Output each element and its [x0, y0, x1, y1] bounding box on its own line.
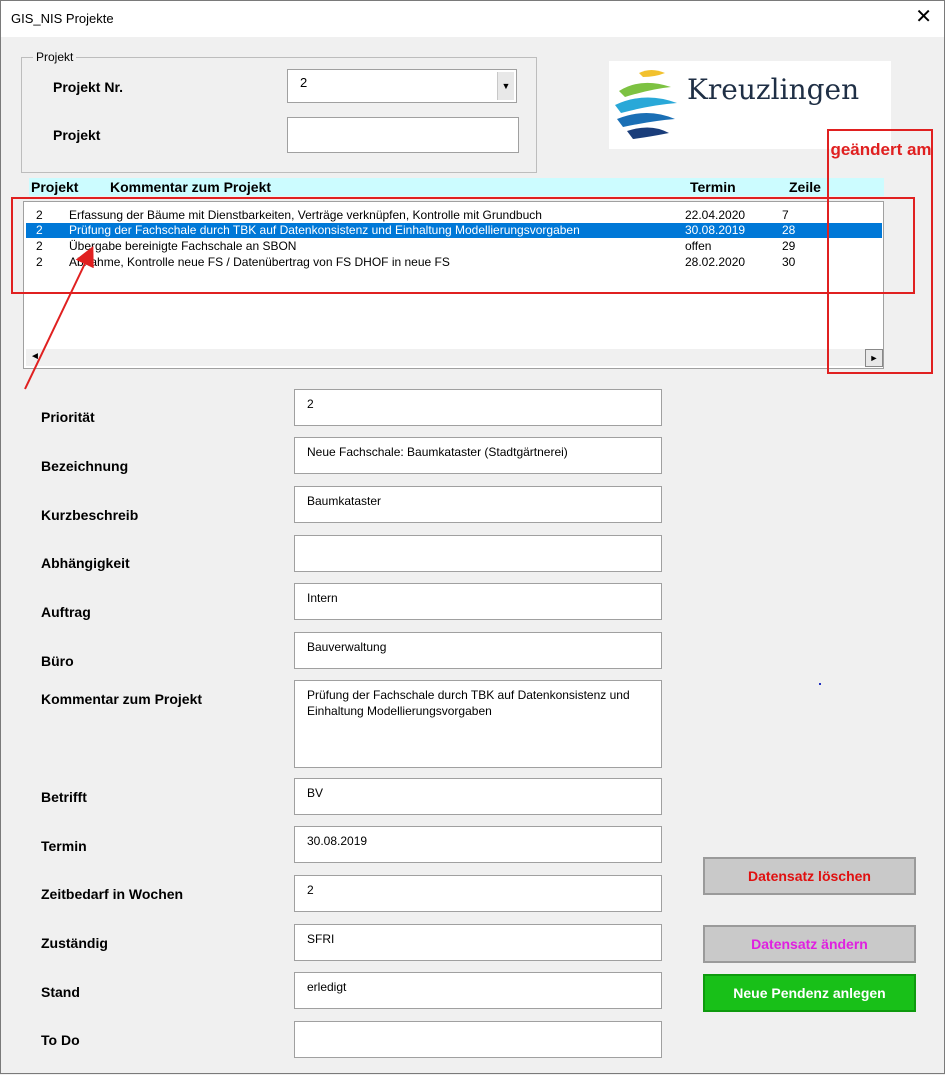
- title-bar: GIS_NIS Projekte ✕: [1, 1, 944, 37]
- list-header: Projekt Kommentar zum Projekt Termin Zei…: [29, 178, 884, 196]
- stray-dot: [819, 683, 821, 685]
- zustaendig-label: Zuständig: [41, 935, 108, 951]
- edit-record-button[interactable]: Datensatz ändern: [703, 925, 916, 963]
- list-header-termin: Termin: [690, 179, 736, 195]
- betrifft-field[interactable]: BV: [294, 778, 662, 815]
- projekt-field[interactable]: [287, 117, 519, 153]
- termin-label: Termin: [41, 838, 87, 854]
- scroll-left-icon[interactable]: ◄: [30, 351, 40, 362]
- auftrag-field[interactable]: Intern: [294, 583, 662, 620]
- projekt-nr-value: 2: [300, 75, 308, 90]
- window-title: GIS_NIS Projekte: [11, 11, 114, 26]
- highlight-box-list: [11, 197, 915, 294]
- abhaengigkeit-label: Abhängigkeit: [41, 555, 130, 571]
- bezeichnung-field[interactable]: Neue Fachschale: Baumkataster (Stadtgärt…: [294, 437, 662, 474]
- prioritaet-field[interactable]: 2: [294, 389, 662, 426]
- close-icon[interactable]: ✕: [915, 7, 932, 27]
- abhaengigkeit-field[interactable]: [294, 535, 662, 572]
- zeitbedarf-field[interactable]: 2: [294, 875, 662, 912]
- projekt-label: Projekt: [53, 127, 101, 143]
- todo-field[interactable]: [294, 1021, 662, 1058]
- horizontal-scrollbar[interactable]: ◄: [26, 349, 882, 366]
- dialog-window: GIS_NIS Projekte ✕ Projekt Projekt Nr. 2…: [0, 0, 945, 1074]
- kommentar-field[interactable]: Prüfung der Fachschale durch TBK auf Dat…: [294, 680, 662, 768]
- stand-label: Stand: [41, 984, 80, 1000]
- buero-label: Büro: [41, 653, 74, 669]
- kommentar-label: Kommentar zum Projekt: [41, 691, 203, 707]
- betrifft-label: Betrifft: [41, 789, 87, 805]
- list-header-projekt: Projekt: [31, 179, 79, 195]
- logo-waves-icon: [615, 70, 677, 139]
- list-header-kommentar: Kommentar zum Projekt: [110, 179, 272, 195]
- new-task-button[interactable]: Neue Pendenz anlegen: [703, 974, 916, 1012]
- projekt-nr-combobox[interactable]: 2 ▼: [287, 69, 517, 103]
- logo-text: Kreuzlingen: [687, 73, 860, 106]
- termin-field[interactable]: 30.08.2019: [294, 826, 662, 863]
- projekt-group-legend: Projekt: [33, 50, 77, 64]
- kurzbeschreib-label: Kurzbeschreib: [41, 507, 139, 523]
- delete-record-button[interactable]: Datensatz löschen: [703, 857, 916, 895]
- stand-field[interactable]: erledigt: [294, 972, 662, 1009]
- auftrag-label: Auftrag: [41, 604, 91, 620]
- dropdown-arrow-icon[interactable]: ▼: [497, 72, 514, 100]
- prioritaet-label: Priorität: [41, 409, 95, 425]
- zeitbedarf-label: Zeitbedarf in Wochen: [41, 886, 184, 902]
- bezeichnung-label: Bezeichnung: [41, 458, 129, 474]
- buero-field[interactable]: Bauverwaltung: [294, 632, 662, 669]
- projekt-nr-label: Projekt Nr.: [53, 79, 124, 95]
- zustaendig-field[interactable]: SFRI: [294, 924, 662, 961]
- highlight-box-column: [827, 129, 933, 374]
- annotation-label: geändert am: [830, 140, 932, 159]
- kurzbeschreib-field[interactable]: Baumkataster: [294, 486, 662, 523]
- list-header-zeile: Zeile: [789, 179, 821, 195]
- todo-label: To Do: [41, 1032, 80, 1048]
